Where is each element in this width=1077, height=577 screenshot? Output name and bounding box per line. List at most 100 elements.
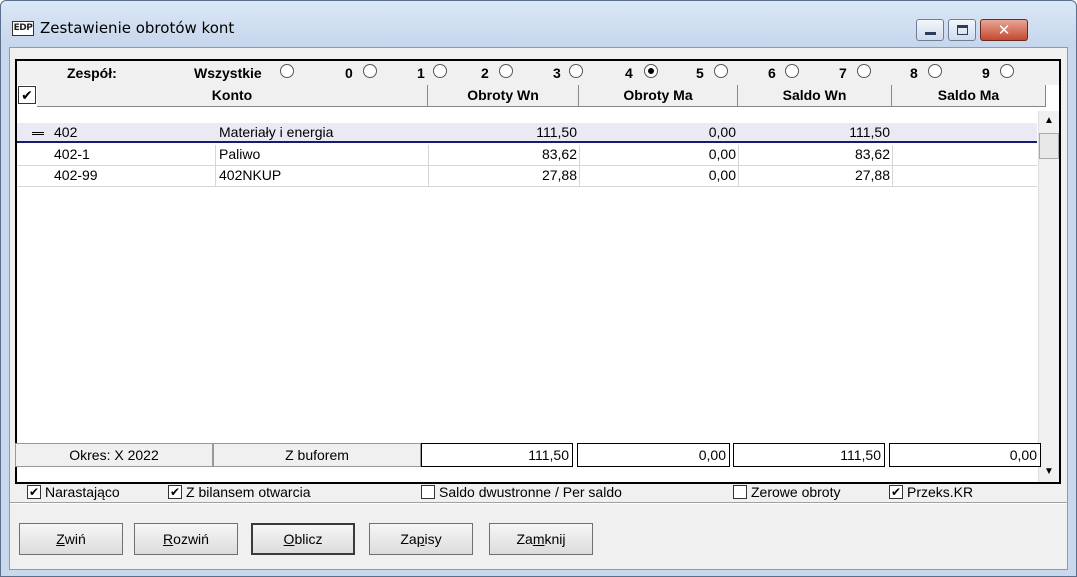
account-number: 402: [54, 124, 78, 140]
team-radio-7[interactable]: [857, 64, 871, 78]
select-all-checkbox[interactable]: ✔: [18, 86, 36, 104]
team-option-label: 9: [982, 65, 990, 81]
maximize-icon: [957, 25, 968, 35]
checkbox-unchecked-icon[interactable]: [733, 485, 747, 500]
window-title: Zestawienie obrotów kont: [40, 19, 235, 37]
team-option-0[interactable]: 0: [345, 65, 353, 81]
team-option-label: 3: [553, 65, 561, 81]
team-option-label: 6: [768, 65, 776, 81]
collapse-button[interactable]: Zwiń: [19, 523, 123, 555]
account-number: 402-1: [54, 146, 90, 162]
checkbox-checked-icon[interactable]: ✔: [27, 485, 41, 500]
scroll-up-icon[interactable]: ▲: [1042, 115, 1056, 129]
collapse-tree-icon[interactable]: [32, 132, 44, 135]
team-radio-0[interactable]: [363, 64, 377, 78]
team-option-5[interactable]: 5: [696, 65, 704, 81]
saldo-wn-value: 83,62: [854, 146, 890, 162]
total-saldo-ma: 0,00: [889, 443, 1041, 467]
expand-button[interactable]: Rozwiń: [134, 523, 238, 555]
scroll-down-icon[interactable]: ▼: [1042, 466, 1056, 480]
minimize-button[interactable]: [916, 19, 944, 41]
team-option-label: 5: [696, 65, 704, 81]
option-cumulative[interactable]: ✔ Narastająco: [27, 482, 120, 504]
column-header-saldo-ma[interactable]: Saldo Ma: [892, 85, 1046, 107]
close-window-button[interactable]: ✕: [980, 19, 1028, 41]
team-radio-6[interactable]: [785, 64, 799, 78]
obroty-wn-value: 111,50: [536, 124, 577, 140]
maximize-button[interactable]: [948, 19, 976, 41]
title-bar[interactable]: EDP Zestawienie obrotów kont ✕: [1, 1, 1076, 47]
team-label: Zespół:: [67, 65, 117, 81]
divider: [10, 502, 1067, 504]
total-obroty-wn: 111,50: [421, 443, 573, 467]
option-label: Narastająco: [45, 484, 120, 500]
obroty-ma-value: 0,00: [708, 167, 736, 183]
compute-button[interactable]: Oblicz: [251, 523, 355, 555]
column-header-saldo-wn[interactable]: Saldo Wn: [738, 85, 892, 107]
team-option-label: 4: [625, 65, 633, 81]
total-saldo-wn: 111,50: [733, 443, 885, 467]
entries-button[interactable]: Zapisy: [369, 523, 473, 555]
totals-row: Okres: X 2022 Z buforem 111,50 0,00 111,…: [15, 443, 1061, 467]
buffer-label: Z buforem: [213, 443, 421, 467]
column-header-konto[interactable]: Konto: [37, 85, 428, 107]
team-option-label: Wszystkie: [194, 65, 262, 81]
saldo-wn-value: 27,88: [854, 167, 890, 183]
table-row[interactable]: 402-99 402NKUP 27,88 0,00 27,88: [17, 166, 1037, 186]
option-two-sided-balance[interactable]: Saldo dwustronne / Per saldo: [421, 482, 622, 504]
option-przeks-kr[interactable]: ✔ Przeks.KR: [889, 482, 973, 504]
obroty-ma-value: 0,00: [708, 124, 736, 140]
team-option-label: 1: [417, 65, 425, 81]
saldo-wn-value: 111,50: [849, 124, 890, 140]
team-option-2[interactable]: 2: [481, 65, 489, 81]
team-filter: Zespół: Wszystkie 0 1 2 3 4 5 6 7 8 9: [17, 61, 1059, 85]
checkbox-checked-icon[interactable]: ✔: [168, 485, 182, 500]
team-option-8[interactable]: 8: [910, 65, 918, 81]
team-radio-2[interactable]: [499, 64, 513, 78]
team-option-6[interactable]: 6: [768, 65, 776, 81]
vertical-scrollbar[interactable]: ▲ ▼: [1038, 111, 1059, 482]
options-row: ✔ Narastająco ✔ Z bilansem otwarcia Saldo …: [15, 482, 1061, 504]
team-option-label: 0: [345, 65, 353, 81]
table-row[interactable]: 402 Materiały i energia 111,50 0,00 111,…: [17, 123, 1037, 143]
team-radio-9[interactable]: [1000, 64, 1014, 78]
account-number: 402-99: [54, 167, 98, 183]
team-option-all[interactable]: Wszystkie: [194, 65, 262, 81]
option-label: Z bilansem otwarcia: [186, 484, 311, 500]
obroty-wn-value: 27,88: [541, 167, 577, 183]
team-radio-1[interactable]: [433, 64, 447, 78]
close-icon: ✕: [997, 21, 1011, 39]
option-zero-turnover[interactable]: Zerowe obroty: [733, 482, 840, 504]
team-option-label: 2: [481, 65, 489, 81]
close-button[interactable]: Zamknij: [489, 523, 593, 555]
team-option-3[interactable]: 3: [553, 65, 561, 81]
app-icon: EDP: [12, 21, 34, 36]
team-option-1[interactable]: 1: [417, 65, 425, 81]
column-header-obroty-ma[interactable]: Obroty Ma: [579, 85, 738, 107]
checkbox-unchecked-icon[interactable]: [421, 485, 435, 500]
obroty-ma-value: 0,00: [708, 146, 736, 162]
team-option-7[interactable]: 7: [839, 65, 847, 81]
option-label: Zerowe obroty: [751, 484, 841, 500]
team-radio-5[interactable]: [714, 64, 728, 78]
table-row[interactable]: 402-1 Paliwo 83,62 0,00 83,62: [17, 145, 1037, 165]
account-name: 402NKUP: [219, 167, 282, 183]
dialog-body: Zespół: Wszystkie 0 1 2 3 4 5 6 7 8 9 ✔ …: [9, 47, 1068, 570]
account-name: Materiały i energia: [219, 124, 334, 140]
accounts-grid: Zespół: Wszystkie 0 1 2 3 4 5 6 7 8 9 ✔ …: [15, 59, 1061, 484]
team-radio-3[interactable]: [569, 64, 583, 78]
period-label: Okres: X 2022: [15, 443, 213, 467]
team-option-4[interactable]: 4: [625, 65, 633, 81]
window: EDP Zestawienie obrotów kont ✕ Zespół: W…: [0, 0, 1077, 577]
option-label: Przeks.KR: [907, 484, 974, 500]
total-obroty-ma: 0,00: [577, 443, 730, 467]
team-option-9[interactable]: 9: [982, 65, 990, 81]
team-radio-all[interactable]: [280, 64, 294, 78]
account-name: Paliwo: [219, 146, 261, 162]
column-header-obroty-wn[interactable]: Obroty Wn: [428, 85, 579, 107]
team-radio-4[interactable]: [644, 64, 658, 78]
checkbox-checked-icon[interactable]: ✔: [889, 485, 903, 500]
scroll-thumb[interactable]: [1039, 133, 1059, 159]
option-opening-balance[interactable]: ✔ Z bilansem otwarcia: [168, 482, 311, 504]
team-radio-8[interactable]: [928, 64, 942, 78]
